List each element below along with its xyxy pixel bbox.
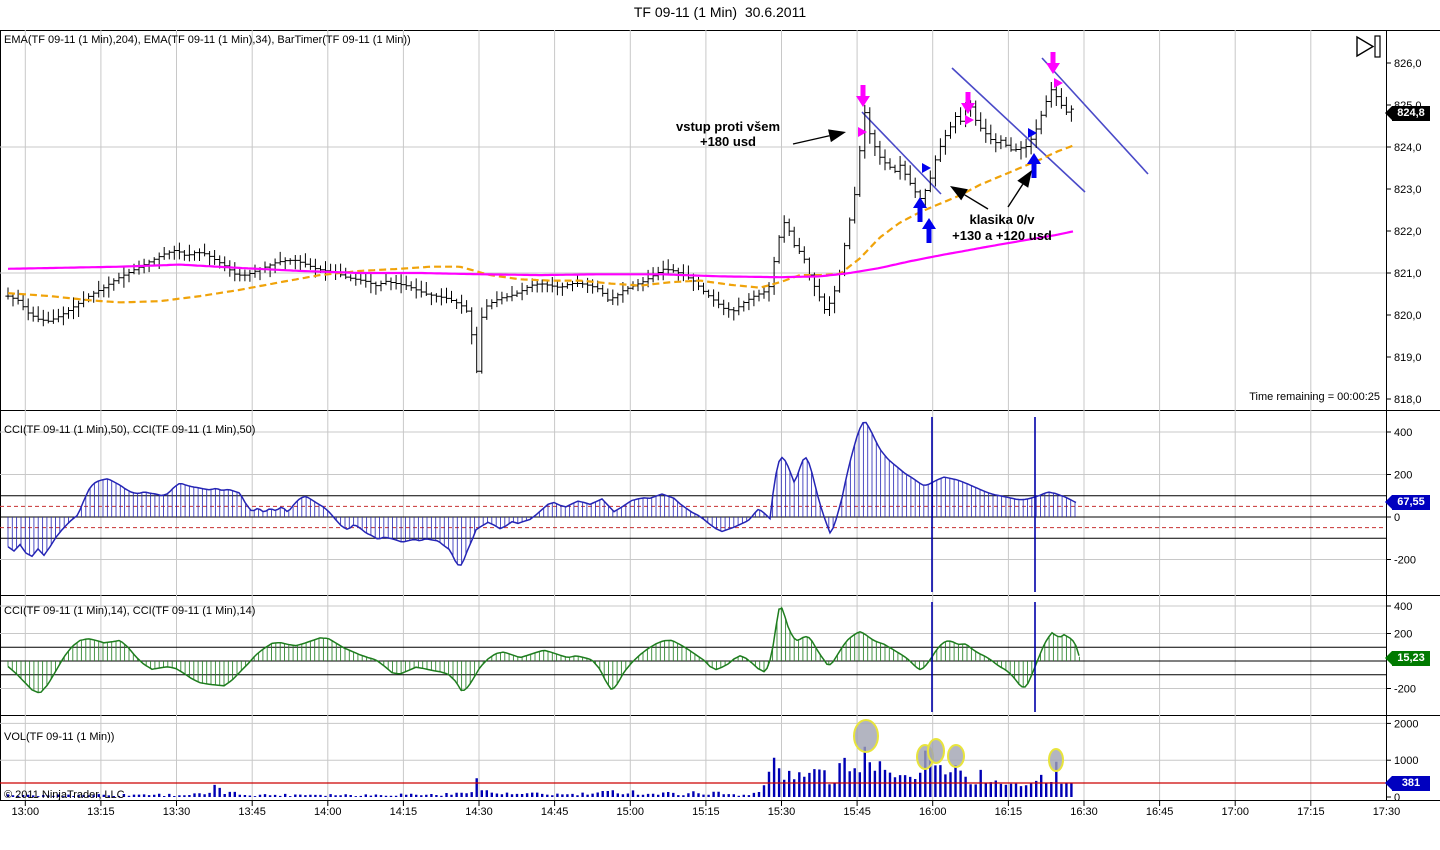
vertical-gridlines [24,715,1386,800]
annotation-arrow-line [964,194,989,210]
annotation-exit-line1[interactable]: klasika 0/v [902,212,1102,227]
axis-tick-label: -200 [1394,555,1416,567]
time-axis-label: 13:15 [87,806,115,818]
sell-arrow-icon [961,92,975,114]
chart-window: TF 09-11 (1 Min) 30.6.2011 13:00 13:15 13:… [0,0,1440,850]
axis-tick-label: 820,0 [1394,310,1422,322]
value-axis-column[interactable]: 826,0825,0824,0823,0822,0821,0820,0819,0… [1386,30,1440,800]
axis-tick-label: 822,0 [1394,226,1422,238]
axis-tick-label: 826,0 [1394,58,1422,70]
time-axis[interactable]: 13:00 13:15 13:30 13:45 14:00 14:15 14:30 14:45… [0,800,1400,818]
annotation-entry-line1[interactable]: vstup proti všem [628,119,828,134]
time-axis-label: 13:45 [238,806,266,818]
annotation-arrowhead [950,186,968,201]
time-axis-label: 16:45 [1145,806,1174,818]
time-axis-label: 15:45 [843,806,871,818]
time-axis-label: 17:00 [1221,806,1249,818]
cci-line [7,607,1080,694]
chart-title: TF 09-11 (1 Min) 30.6.2011 [633,4,807,20]
axis-tick-label: 200 [1394,629,1412,641]
axis-tick-label: 824,0 [1394,142,1422,154]
annotation-arrowhead [828,129,846,143]
sell-arrow-icon [1046,52,1060,74]
time-axis-label: 13:30 [162,806,191,818]
cci50-value-badge: 67,55 [1385,495,1430,510]
trendline [1041,57,1149,175]
axis-tick-label: 1000 [1394,755,1418,767]
trendline [861,111,942,195]
cci14-value-badge: 15,23 [1385,651,1430,666]
entry-marker-icon [922,163,931,173]
axis-tick-label: 2000 [1394,718,1418,730]
axis-tick-label: 821,0 [1394,268,1422,280]
axis-tick-label: 200 [1394,470,1412,482]
trendline [951,67,1086,193]
cci-line [7,421,1077,566]
annotation-exit-line2[interactable]: +130 a +120 usd [902,228,1102,243]
time-axis-label: 17:30 [1372,806,1401,818]
volume-value-badge: 381 [1385,776,1430,791]
time-axis-label: 15:30 [767,806,796,818]
time-axis-label: 14:00 [314,806,342,818]
time-axis-label: 17:15 [1297,806,1325,818]
volume-highlight-ellipse [947,744,965,768]
time-axis-label: 16:15 [994,806,1023,818]
vol-panel-label: VOL(TF 09-11 (1 Min)) [4,731,115,743]
vertical-gridlines [24,30,1386,410]
volume-highlight-ellipse [1048,748,1064,772]
axis-tick-label: 823,0 [1394,184,1422,196]
time-axis-label: 16:30 [1070,806,1098,818]
axis-tick-label: 400 [1394,427,1412,439]
price-panel[interactable] [0,30,1386,410]
entry-marker-icon [1028,128,1037,138]
step-forward-icon [1374,35,1381,58]
cci14-panel-label: CCI(TF 09-11 (1 Min),14), CCI(TF 09-11 (… [4,605,256,617]
vertical-gridlines [24,410,1386,595]
last-price-badge: 824,8 [1385,106,1430,121]
annotation-arrowhead [1017,170,1032,188]
time-axis-label: 16:00 [918,806,947,818]
volume-highlight-ellipse [853,719,879,753]
time-axis-label: 15:00 [616,806,645,818]
step-forward-icon [1356,35,1375,58]
volume-highlight-ellipse [927,738,945,764]
time-axis-label: 13:00 [11,806,40,818]
time-axis-label: 14:30 [465,806,493,818]
bar-timer-text: Time remaining = 00:00:25 [1249,391,1380,403]
cci50-panel[interactable] [0,410,1386,595]
axis-tick-label: 818,0 [1394,394,1422,406]
axis-tick-label: 819,0 [1394,352,1422,364]
price-panel-label: EMA(TF 09-11 (1 Min),204), EMA(TF 09-11 … [4,34,411,46]
time-axis-label: 14:15 [389,806,418,818]
volume-bars [6,746,1073,797]
sell-arrow-icon [856,85,870,107]
volume-panel[interactable] [0,715,1386,800]
cci50-panel-label: CCI(TF 09-11 (1 Min),50), CCI(TF 09-11 (… [4,424,256,436]
copyright-text: © 2011 NinjaTrader, LLC [4,789,125,801]
entry-marker-icon [858,127,867,137]
cci-hatch-fill [7,606,1080,693]
time-axis-label: 14:45 [540,806,569,818]
axis-tick-label: -200 [1394,684,1416,696]
vol-gridlines [0,722,1386,761]
entry-marker-icon [965,115,974,125]
axis-tick-label: 400 [1394,601,1412,613]
annotation-entry-line2[interactable]: +180 usd [628,134,828,149]
time-axis-label: 15:15 [692,806,720,818]
annotation-arrow-line [1007,183,1024,208]
axis-tick-label: 0 [1394,792,1400,800]
axis-tick-label: 0 [1394,512,1400,524]
